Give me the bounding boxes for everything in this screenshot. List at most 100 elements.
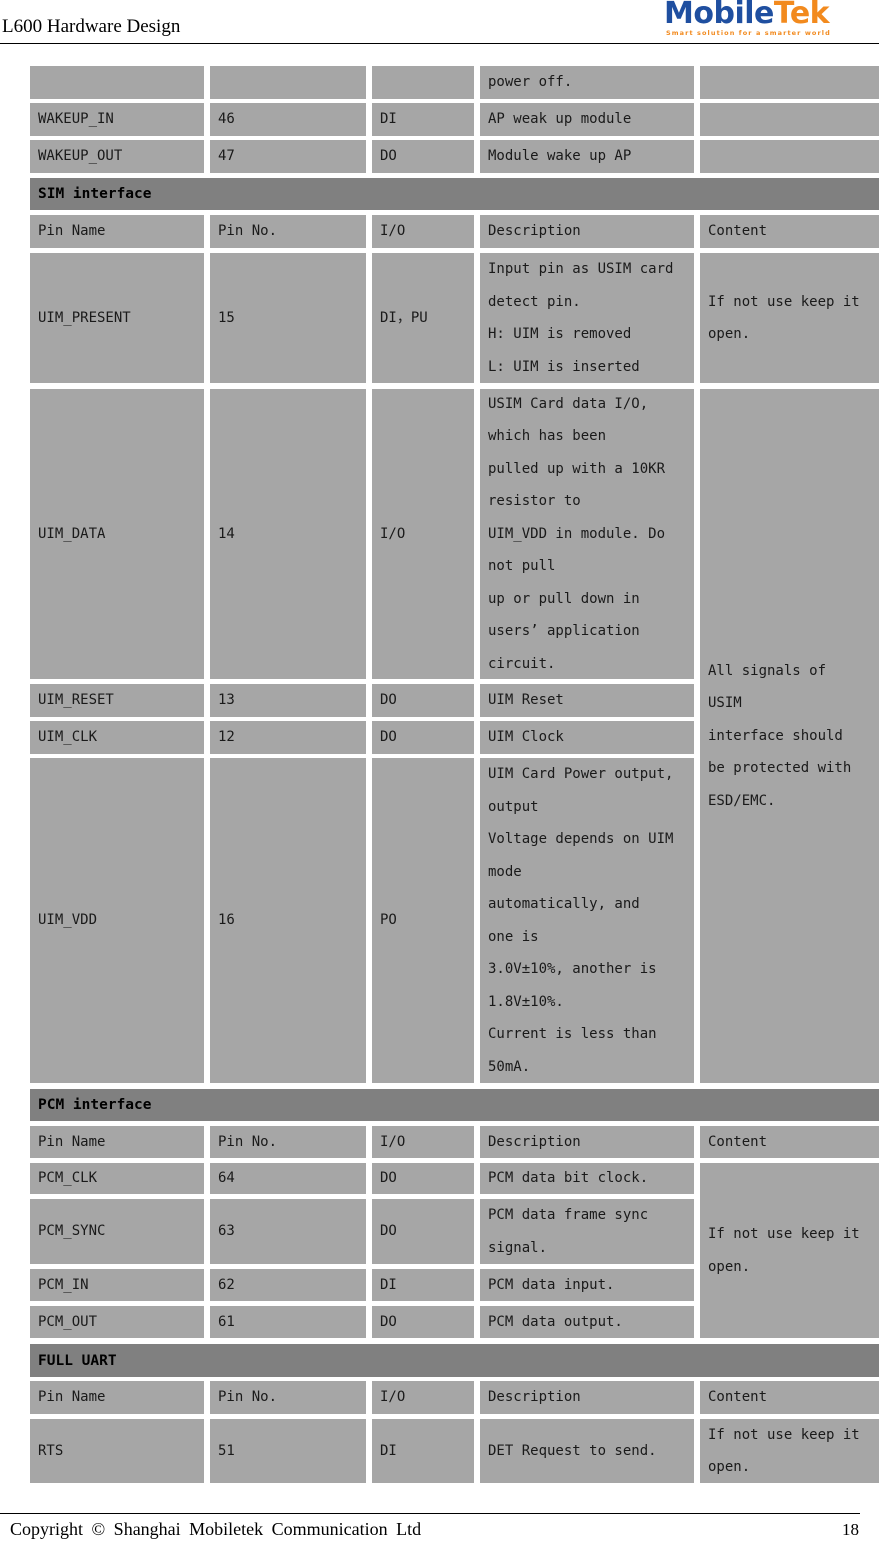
column-header-no-text: Pin No. bbox=[218, 223, 278, 240]
cell-desc: Module wake up AP bbox=[480, 140, 694, 173]
cell-name: PCM_SYNC bbox=[30, 1199, 204, 1264]
cell-name-text: UIM_VDD bbox=[38, 912, 98, 929]
cell-no: 62 bbox=[210, 1269, 366, 1301]
column-header-no-text: Pin No. bbox=[218, 1133, 278, 1150]
cell-no-text: 13 bbox=[218, 692, 235, 709]
cell-no-text: 16 bbox=[218, 912, 235, 929]
column-header-name-text: Pin Name bbox=[38, 1389, 106, 1406]
cell-desc: UIM Reset bbox=[480, 684, 694, 717]
logo-tagline: Smart solution for a smarter world bbox=[666, 29, 831, 37]
cell-io: I/O bbox=[372, 389, 474, 679]
logo-wordmark: MobileTek bbox=[664, 0, 830, 31]
cell-name-text: UIM_RESET bbox=[38, 692, 114, 709]
column-header-no: Pin No. bbox=[210, 1126, 366, 1158]
cell-no-text: 51 bbox=[218, 1442, 235, 1459]
column-header-io: I/O bbox=[372, 1381, 474, 1414]
column-header-desc: Description bbox=[480, 1381, 694, 1414]
cell-no-text: 64 bbox=[218, 1170, 235, 1187]
column-header-desc-text: Description bbox=[488, 223, 581, 240]
cell-no-text: 61 bbox=[218, 1313, 235, 1330]
cell-no: 51 bbox=[210, 1419, 366, 1483]
cell-desc-text: PCM data frame sync signal. bbox=[488, 1207, 649, 1256]
cell-content bbox=[700, 66, 879, 99]
cell-desc-text: DET Request to send. bbox=[488, 1442, 657, 1459]
cell-name-text: UIM_DATA bbox=[38, 525, 106, 542]
cell-io bbox=[372, 66, 474, 99]
cell-no: 64 bbox=[210, 1163, 366, 1194]
column-header-io: I/O bbox=[372, 1126, 474, 1158]
cell-name-text: PCM_SYNC bbox=[38, 1223, 106, 1240]
cell-desc: Input pin as USIM card detect pin. H: UI… bbox=[480, 253, 694, 383]
cell-io: DO bbox=[372, 684, 474, 717]
column-header-content: Content bbox=[700, 1126, 879, 1158]
cell-no-text: 46 bbox=[218, 111, 235, 128]
cell-content: If not use keep it open. bbox=[700, 1419, 879, 1483]
cell-desc-text: AP weak up module bbox=[488, 111, 632, 128]
column-header-no-text: Pin No. bbox=[218, 1389, 278, 1406]
column-header-desc-text: Description bbox=[488, 1133, 581, 1150]
cell-desc: power off. bbox=[480, 66, 694, 99]
logo-word-tek: Tek bbox=[773, 0, 830, 31]
section-full-uart: FULL UART bbox=[30, 1344, 879, 1377]
column-header-desc-text: Description bbox=[488, 1389, 581, 1406]
cell-io: DO bbox=[372, 1199, 474, 1264]
cell-no: 63 bbox=[210, 1199, 366, 1264]
cell-io-text: DO bbox=[380, 729, 397, 746]
cell-no-text: 62 bbox=[218, 1276, 235, 1293]
column-header-no: Pin No. bbox=[210, 1381, 366, 1414]
cell-no: 46 bbox=[210, 103, 366, 136]
cell-no: 12 bbox=[210, 721, 366, 754]
cell-name: UIM_DATA bbox=[30, 389, 204, 679]
cell-io: DO bbox=[372, 140, 474, 173]
cell-desc-text: PCM data input. bbox=[488, 1276, 615, 1293]
cell-desc-text: UIM Clock bbox=[488, 729, 564, 746]
cell-desc-text: PCM data bit clock. bbox=[488, 1170, 649, 1187]
column-header-desc: Description bbox=[480, 215, 694, 248]
column-header-io-text: I/O bbox=[380, 1133, 406, 1150]
cell-io: DO bbox=[372, 1306, 474, 1338]
cell-io-text: DO bbox=[380, 148, 397, 165]
cell-name-text: WAKEUP_IN bbox=[38, 111, 114, 128]
copyright-text: Copyright © Shanghai Mobiletek Communica… bbox=[10, 1519, 422, 1539]
cell-desc-text: power off. bbox=[488, 74, 573, 91]
cell-content bbox=[700, 103, 879, 136]
column-header-no: Pin No. bbox=[210, 215, 366, 248]
column-header-content-text: Content bbox=[708, 223, 768, 240]
cell-no: 61 bbox=[210, 1306, 366, 1338]
cell-io-text: PO bbox=[380, 912, 397, 929]
cell-name: UIM_PRESENT bbox=[30, 253, 204, 383]
footer-divider bbox=[0, 1513, 860, 1514]
cell-io: DI，PU bbox=[372, 253, 474, 383]
column-header-name: Pin Name bbox=[30, 1126, 204, 1158]
cell-desc-text: UIM Card Power output, output Voltage de… bbox=[488, 766, 674, 1075]
cell-desc-text: USIM Card data I/O, which has been pulle… bbox=[488, 395, 666, 672]
cell-no-text: 47 bbox=[218, 148, 235, 165]
section-full-uart-title: FULL UART bbox=[38, 1352, 117, 1369]
cell-name: UIM_CLK bbox=[30, 721, 204, 754]
cell-no bbox=[210, 66, 366, 99]
section-sim-interface: SIM interface bbox=[30, 178, 879, 210]
cell-desc: PCM data input. bbox=[480, 1269, 694, 1301]
cell-no: 15 bbox=[210, 253, 366, 383]
cell-name: RTS bbox=[30, 1419, 204, 1483]
cell-no-text: 12 bbox=[218, 729, 235, 746]
document-title: L600 Hardware Design bbox=[2, 16, 181, 37]
cell-name: WAKEUP_OUT bbox=[30, 140, 204, 173]
cell-content-shared: If not use keep it open. bbox=[700, 1163, 879, 1338]
section-sim-interface-title: SIM interface bbox=[38, 186, 152, 202]
column-header-content-text: Content bbox=[708, 1133, 768, 1150]
cell-io-text: DI bbox=[380, 111, 397, 128]
cell-io: DI bbox=[372, 103, 474, 136]
cell-desc: UIM Card Power output, output Voltage de… bbox=[480, 758, 694, 1083]
cell-name-text: WAKEUP_OUT bbox=[38, 148, 123, 165]
mobiletek-logo: MobileTek Smart solution for a smarter w… bbox=[664, 0, 878, 40]
cell-io-text: I/O bbox=[380, 525, 406, 542]
column-header-io-text: I/O bbox=[380, 1389, 406, 1406]
cell-io-text: DI bbox=[380, 1442, 397, 1459]
cell-name-text: PCM_CLK bbox=[38, 1170, 98, 1187]
cell-desc: DET Request to send. bbox=[480, 1419, 694, 1483]
cell-no: 16 bbox=[210, 758, 366, 1083]
cell-io-text: DI，PU bbox=[380, 309, 428, 326]
cell-no: 13 bbox=[210, 684, 366, 717]
cell-content bbox=[700, 140, 879, 173]
